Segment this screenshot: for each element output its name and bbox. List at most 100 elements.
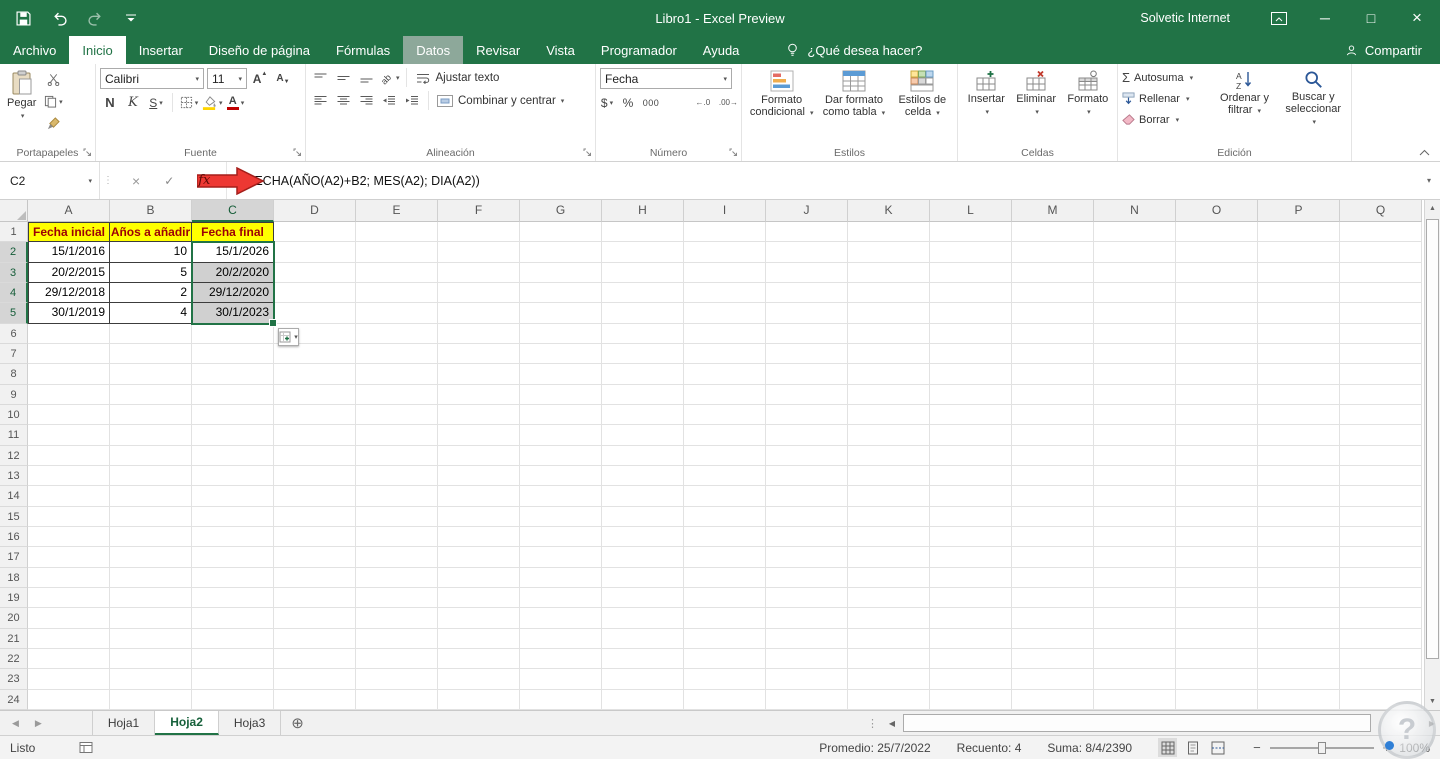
cell-D16[interactable] xyxy=(274,526,356,548)
row-header-14[interactable]: 14 xyxy=(0,486,28,507)
cell-B14[interactable] xyxy=(110,486,192,507)
cell-Q3[interactable] xyxy=(1340,262,1422,283)
percent-icon[interactable]: % xyxy=(621,93,635,112)
cell-K19[interactable] xyxy=(848,587,930,609)
cell-I15[interactable] xyxy=(684,506,766,527)
cell-F8[interactable] xyxy=(438,364,520,385)
cell-J24[interactable] xyxy=(766,689,848,710)
cell-B13[interactable] xyxy=(110,465,192,487)
cell-P18[interactable] xyxy=(1258,567,1340,588)
cell-A18[interactable] xyxy=(28,567,110,588)
cell-E15[interactable] xyxy=(356,506,438,527)
cell-M13[interactable] xyxy=(1012,465,1094,487)
column-header-F[interactable]: F xyxy=(438,200,520,222)
cell-B10[interactable] xyxy=(110,404,192,426)
row-header-12[interactable]: 12 xyxy=(0,445,28,466)
cell-Q21[interactable] xyxy=(1340,628,1422,649)
cell-I14[interactable] xyxy=(684,486,766,507)
sheet-tab-hoja1[interactable]: Hoja1 xyxy=(91,711,156,735)
cell-C8[interactable] xyxy=(192,364,274,385)
customize-quick-access-icon[interactable] xyxy=(122,9,140,27)
column-header-N[interactable]: N xyxy=(1094,200,1176,222)
name-box[interactable]: C2 ▾ xyxy=(0,162,100,199)
cell-H22[interactable] xyxy=(602,648,684,670)
cell-M8[interactable] xyxy=(1012,364,1094,385)
cell-A19[interactable] xyxy=(28,587,110,609)
cell-L5[interactable] xyxy=(930,303,1012,324)
cell-A9[interactable] xyxy=(28,384,110,405)
cell-D18[interactable] xyxy=(274,567,356,588)
cell-D24[interactable] xyxy=(274,689,356,710)
cell-O20[interactable] xyxy=(1176,608,1258,629)
cell-F20[interactable] xyxy=(438,608,520,629)
paste-button[interactable]: Pegar ▾ xyxy=(4,68,39,133)
cell-Q19[interactable] xyxy=(1340,587,1422,609)
cell-L19[interactable] xyxy=(930,587,1012,609)
cell-K12[interactable] xyxy=(848,445,930,466)
cell-G11[interactable] xyxy=(520,425,602,446)
cell-E21[interactable] xyxy=(356,628,438,649)
cell-A1[interactable]: Fecha inicial xyxy=(28,222,110,243)
cell-D10[interactable] xyxy=(274,404,356,426)
cell-F16[interactable] xyxy=(438,526,520,548)
cell-O3[interactable] xyxy=(1176,262,1258,283)
cell-M24[interactable] xyxy=(1012,689,1094,710)
column-header-D[interactable]: D xyxy=(274,200,356,222)
cell-O2[interactable] xyxy=(1176,242,1258,263)
cell-H8[interactable] xyxy=(602,364,684,385)
cell-Q12[interactable] xyxy=(1340,445,1422,466)
cell-K4[interactable] xyxy=(848,282,930,304)
column-header-Q[interactable]: Q xyxy=(1340,200,1422,222)
cell-E12[interactable] xyxy=(356,445,438,466)
cell-K22[interactable] xyxy=(848,648,930,670)
cell-C19[interactable] xyxy=(192,587,274,609)
cell-H11[interactable] xyxy=(602,425,684,446)
cell-P21[interactable] xyxy=(1258,628,1340,649)
cell-G2[interactable] xyxy=(520,242,602,263)
cell-H9[interactable] xyxy=(602,384,684,405)
cell-B19[interactable] xyxy=(110,587,192,609)
cell-N18[interactable] xyxy=(1094,567,1176,588)
cell-P2[interactable] xyxy=(1258,242,1340,263)
cell-O9[interactable] xyxy=(1176,384,1258,405)
cell-J22[interactable] xyxy=(766,648,848,670)
cell-L21[interactable] xyxy=(930,628,1012,649)
cell-C6[interactable] xyxy=(192,323,274,344)
find-select-button[interactable]: Buscar y seleccionar ▾ xyxy=(1278,68,1348,131)
cell-E16[interactable] xyxy=(356,526,438,548)
cell-L12[interactable] xyxy=(930,445,1012,466)
cell-P22[interactable] xyxy=(1258,648,1340,670)
cell-P16[interactable] xyxy=(1258,526,1340,548)
cell-K21[interactable] xyxy=(848,628,930,649)
name-box-dropdown-icon[interactable]: ▾ xyxy=(88,177,99,185)
merge-center-icon[interactable] xyxy=(435,91,455,110)
cell-N19[interactable] xyxy=(1094,587,1176,609)
cell-H18[interactable] xyxy=(602,567,684,588)
minimize-button[interactable]: ─ xyxy=(1302,0,1348,36)
cell-G3[interactable] xyxy=(520,262,602,283)
cell-I10[interactable] xyxy=(684,404,766,426)
sheet-nav-left-icon[interactable]: ◀ xyxy=(12,718,19,729)
formula-input[interactable]: =FECHA(AÑO(A2)+B2; MES(A2); DIA(A2)) xyxy=(226,162,1418,199)
cell-P19[interactable] xyxy=(1258,587,1340,609)
cell-G22[interactable] xyxy=(520,648,602,670)
cell-D22[interactable] xyxy=(274,648,356,670)
cell-B24[interactable] xyxy=(110,689,192,710)
cell-M23[interactable] xyxy=(1012,669,1094,690)
zoom-out-button[interactable]: − xyxy=(1253,740,1261,755)
cell-H7[interactable] xyxy=(602,343,684,365)
cell-I4[interactable] xyxy=(684,282,766,304)
cell-Q16[interactable] xyxy=(1340,526,1422,548)
cell-Q9[interactable] xyxy=(1340,384,1422,405)
cell-P4[interactable] xyxy=(1258,282,1340,304)
underline-button[interactable]: S ▾ xyxy=(146,93,166,112)
merge-center-label[interactable]: Combinar y centrar xyxy=(458,95,556,107)
cell-L4[interactable] xyxy=(930,282,1012,304)
cell-F4[interactable] xyxy=(438,282,520,304)
cell-D11[interactable] xyxy=(274,425,356,446)
cell-Q6[interactable] xyxy=(1340,323,1422,344)
column-header-K[interactable]: K xyxy=(848,200,930,222)
decrease-font-icon[interactable]: A ▼ xyxy=(273,69,293,88)
cell-A11[interactable] xyxy=(28,425,110,446)
cell-J6[interactable] xyxy=(766,323,848,344)
